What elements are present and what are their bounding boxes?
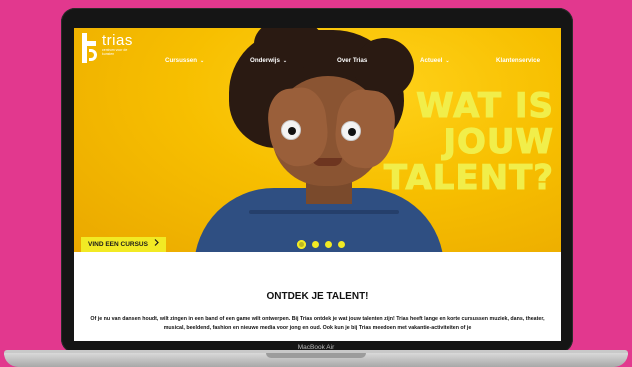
logo-word: trias [102, 32, 133, 49]
chevron-right-icon [154, 237, 159, 252]
hero-banner: trias centrum voor de kunsten Cursussen ⌄… [74, 28, 561, 252]
nav-item-label: Klantenservice [496, 57, 541, 64]
chevron-down-icon: ⌄ [445, 58, 450, 64]
find-course-button[interactable]: VIND EEN CURSUS [81, 237, 166, 252]
hero-headline: WAT IS JOUW TALENT? [294, 86, 554, 198]
carousel-dot-3[interactable] [325, 241, 332, 248]
nav-item-label: Actueel [420, 57, 443, 64]
chevron-down-icon: ⌄ [199, 58, 205, 64]
logo-text: trias centrum voor de kunsten [102, 33, 133, 56]
nav-item-over-trias[interactable]: Over Trias [337, 57, 367, 64]
carousel-dot-2[interactable] [312, 241, 319, 248]
laptop-model-label: MacBook Air [297, 344, 335, 351]
nav-item-onderwijs[interactable]: Onderwijs ⌄ [250, 57, 287, 64]
hero-headline-line1: WAT IS JOUW [416, 86, 554, 162]
logo-tagline: centrum voor de kunsten [102, 48, 128, 56]
carousel-pagination [297, 240, 345, 249]
carousel-dot-1[interactable] [297, 240, 306, 249]
nav-item-cursussen[interactable]: Cursussen ⌄ [165, 57, 204, 64]
section-body: Of je nu van dansen houdt, wilt zingen i… [90, 316, 545, 331]
nav-item-klantenservice[interactable]: Klantenservice [496, 57, 540, 64]
nav-item-actueel[interactable]: Actueel ⌄ [420, 57, 450, 64]
browser-viewport: trias centrum voor de kunsten Cursussen ⌄… [74, 28, 561, 341]
hero-headline-line2: TALENT? [383, 158, 554, 198]
section-title: ONTDEK JE TALENT! [266, 291, 369, 302]
main-nav: Cursussen ⌄ Onderwijs ⌄ Over Trias Actueel… [74, 57, 561, 67]
carousel-dot-4[interactable] [338, 241, 345, 248]
nav-item-label: Onderwijs [250, 57, 280, 64]
shirt-fold [249, 210, 399, 214]
laptop-notch [266, 353, 366, 358]
find-course-label: VIND EEN CURSUS [88, 241, 148, 248]
chevron-down-icon: ⌄ [282, 58, 288, 64]
nav-item-label: Cursussen [165, 57, 197, 64]
nav-item-label: Over Trias [337, 57, 368, 64]
